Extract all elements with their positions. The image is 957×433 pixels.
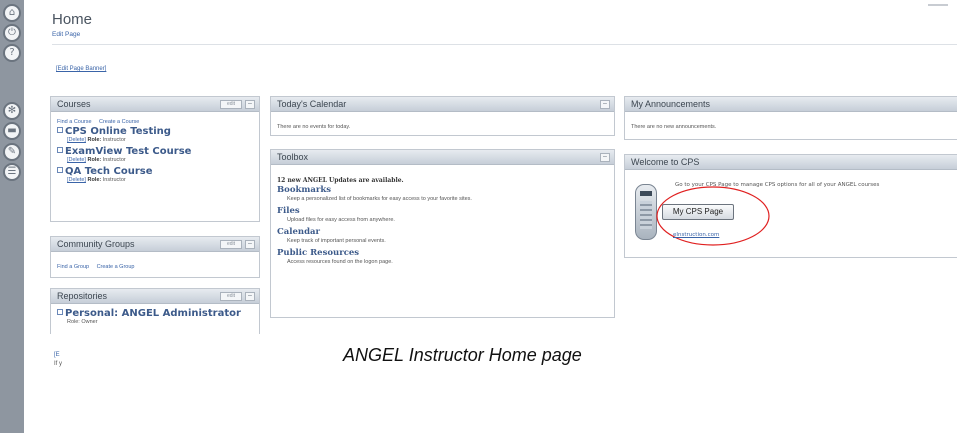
einstruction-link[interactable]: eInstruction.com bbox=[673, 232, 719, 238]
public-resources-description: Access resources found on the logon page… bbox=[287, 259, 393, 265]
community-groups-panel: Community Groups edit – Find a Group Cre… bbox=[50, 236, 260, 278]
repositories-title: Repositories bbox=[57, 291, 108, 301]
course-checkbox-icon bbox=[57, 127, 63, 133]
welcome-cps-title: Welcome to CPS bbox=[631, 157, 700, 167]
community-groups-header: Community Groups edit – bbox=[51, 237, 259, 252]
bookmarks-description: Keep a personalized list of bookmarks fo… bbox=[287, 196, 472, 202]
repositories-header: Repositories edit – bbox=[51, 289, 259, 304]
course-title[interactable]: QA Tech Course bbox=[57, 166, 253, 177]
welcome-cps-panel: Welcome to CPS Go to your CPS Page to ma… bbox=[624, 154, 957, 258]
left-icon-rail: ⌂ ⏻ ? ✻ ▬ ✎ ☰ bbox=[0, 0, 24, 433]
top-right-mark bbox=[928, 4, 948, 6]
home-icon[interactable]: ⌂ bbox=[3, 4, 21, 22]
create-group-link[interactable]: Create a Group bbox=[97, 264, 135, 270]
course-title[interactable]: CPS Online Testing bbox=[57, 126, 253, 137]
course-item: ExamView Test Course [Delete] Role: Inst… bbox=[57, 146, 253, 164]
title-divider bbox=[52, 44, 957, 45]
edit-page-banner-link[interactable]: [Edit Page Banner] bbox=[56, 66, 106, 72]
course-checkbox-icon bbox=[57, 147, 63, 153]
toolbox-header: Toolbox – bbox=[271, 150, 614, 165]
repositories-minimize-button[interactable]: – bbox=[245, 292, 255, 301]
calendar-description: Keep track of important personal events. bbox=[287, 238, 386, 244]
calendar-panel: Today's Calendar – There are no events f… bbox=[270, 96, 615, 136]
courses-title: Courses bbox=[57, 99, 91, 109]
course-item: QA Tech Course [Delete] Role: Instructor bbox=[57, 166, 253, 184]
files-description: Upload files for easy access from anywhe… bbox=[287, 217, 395, 223]
toolbox-minimize-button[interactable]: – bbox=[600, 153, 610, 162]
repository-checkbox-icon bbox=[57, 309, 63, 315]
course-checkbox-icon bbox=[57, 167, 63, 173]
toolbox-panel: Toolbox – 12 new ANGEL Updates are avail… bbox=[270, 149, 615, 318]
toolbox-title: Toolbox bbox=[277, 152, 309, 162]
bookmarks-link[interactable]: Bookmarks bbox=[277, 185, 608, 195]
settings-icon[interactable]: ✻ bbox=[3, 102, 21, 120]
partial-text: If y bbox=[54, 361, 63, 367]
help-icon[interactable]: ? bbox=[3, 44, 21, 62]
calendar-title: Today's Calendar bbox=[277, 99, 347, 109]
calendar-header: Today's Calendar – bbox=[271, 97, 614, 112]
community-groups-title: Community Groups bbox=[57, 239, 135, 249]
delete-course-link[interactable]: [Delete] bbox=[67, 137, 86, 143]
courses-panel: Courses edit – Find a Course Create a Co… bbox=[50, 96, 260, 222]
calendar-empty-message: There are no events for today. bbox=[277, 124, 351, 130]
announcements-header: My Announcements bbox=[625, 97, 957, 112]
delete-course-link[interactable]: [Delete] bbox=[67, 177, 86, 183]
calendar-link[interactable]: Calendar bbox=[277, 227, 608, 237]
folder-icon[interactable]: ▬ bbox=[3, 122, 21, 140]
files-link[interactable]: Files bbox=[277, 206, 608, 216]
tools-icon[interactable]: ✎ bbox=[3, 143, 21, 161]
my-cps-page-label: My CPS Page bbox=[672, 207, 724, 216]
course-title[interactable]: ExamView Test Course bbox=[57, 146, 253, 157]
create-course-link[interactable]: Create a Course bbox=[99, 119, 139, 125]
courses-minimize-button[interactable]: – bbox=[245, 100, 255, 109]
community-minimize-button[interactable]: – bbox=[245, 240, 255, 249]
partial-edit-link[interactable]: [E bbox=[54, 352, 60, 358]
welcome-cps-header: Welcome to CPS bbox=[625, 155, 957, 170]
my-cps-page-button[interactable]: My CPS Page bbox=[662, 204, 734, 220]
calendar-minimize-button[interactable]: – bbox=[600, 100, 610, 109]
find-group-link[interactable]: Find a Group bbox=[57, 264, 89, 270]
chat-icon[interactable]: ☰ bbox=[3, 163, 21, 181]
repositories-edit-button[interactable]: edit bbox=[220, 292, 242, 301]
find-course-link[interactable]: Find a Course bbox=[57, 119, 92, 125]
page-title: Home bbox=[52, 11, 93, 28]
community-edit-button[interactable]: edit bbox=[220, 240, 242, 249]
announcements-panel: My Announcements There are no new announ… bbox=[624, 96, 957, 140]
repository-role: Role: Owner bbox=[67, 319, 98, 323]
edit-page-link[interactable]: Edit Page bbox=[52, 31, 80, 38]
repositories-panel: Repositories edit – Personal: ANGEL Admi… bbox=[50, 288, 260, 334]
course-item: CPS Online Testing [Delete] Role: Instru… bbox=[57, 126, 253, 144]
announcements-title: My Announcements bbox=[631, 99, 711, 109]
power-icon[interactable]: ⏻ bbox=[3, 24, 21, 42]
delete-course-link[interactable]: [Delete] bbox=[67, 157, 86, 163]
public-resources-link[interactable]: Public Resources bbox=[277, 248, 608, 258]
announcements-empty-message: There are no new announcements. bbox=[631, 124, 717, 130]
updates-notice[interactable]: 12 new ANGEL Updates are available. bbox=[277, 177, 608, 185]
caption: ANGEL Instructor Home page bbox=[343, 345, 582, 365]
repository-title[interactable]: Personal: ANGEL Administrator bbox=[57, 308, 253, 319]
courses-header: Courses edit – bbox=[51, 97, 259, 112]
courses-edit-button[interactable]: edit bbox=[220, 100, 242, 109]
